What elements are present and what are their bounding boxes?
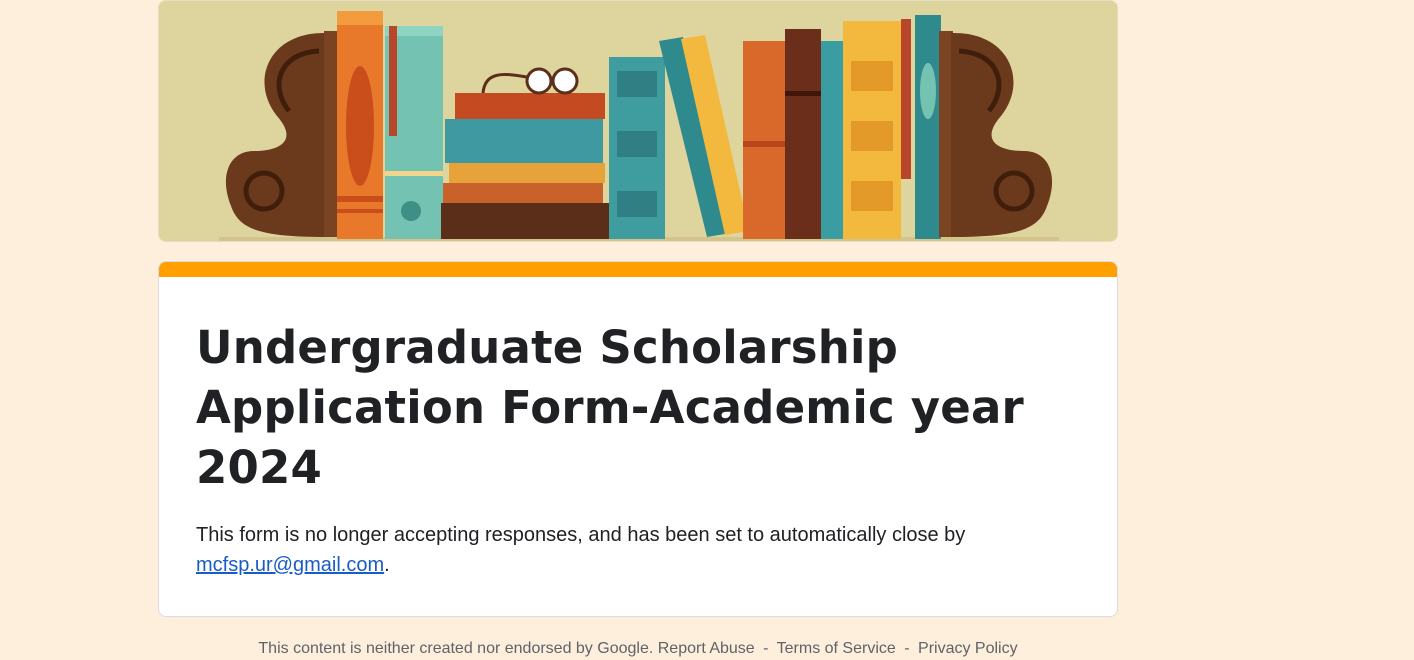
closed-message-end: . bbox=[384, 554, 390, 576]
terms-of-service-link[interactable]: Terms of Service bbox=[777, 640, 896, 657]
owner-email-link[interactable]: mcfsp.ur@gmail.com bbox=[196, 554, 384, 576]
form-title: Undergraduate Scholarship Application Fo… bbox=[196, 321, 1024, 494]
page-footer: This content is neither created nor endo… bbox=[158, 638, 1118, 660]
footer-separator: - bbox=[904, 640, 910, 657]
card-accent-bar bbox=[159, 262, 1117, 277]
footer-separator: - bbox=[763, 640, 769, 657]
form-header-card: Undergraduate Scholarship Application Fo… bbox=[158, 261, 1118, 617]
bookshelf-illustration bbox=[159, 1, 1117, 241]
header-banner bbox=[158, 0, 1118, 242]
privacy-policy-link[interactable]: Privacy Policy bbox=[918, 640, 1018, 657]
report-abuse-link[interactable]: Report Abuse bbox=[658, 640, 755, 657]
form-closed-message: This form is no longer accepting respons… bbox=[196, 520, 1076, 580]
footer-disclaimer: This content is neither created nor endo… bbox=[258, 640, 654, 657]
closed-message-text: This form is no longer accepting respons… bbox=[196, 524, 966, 546]
